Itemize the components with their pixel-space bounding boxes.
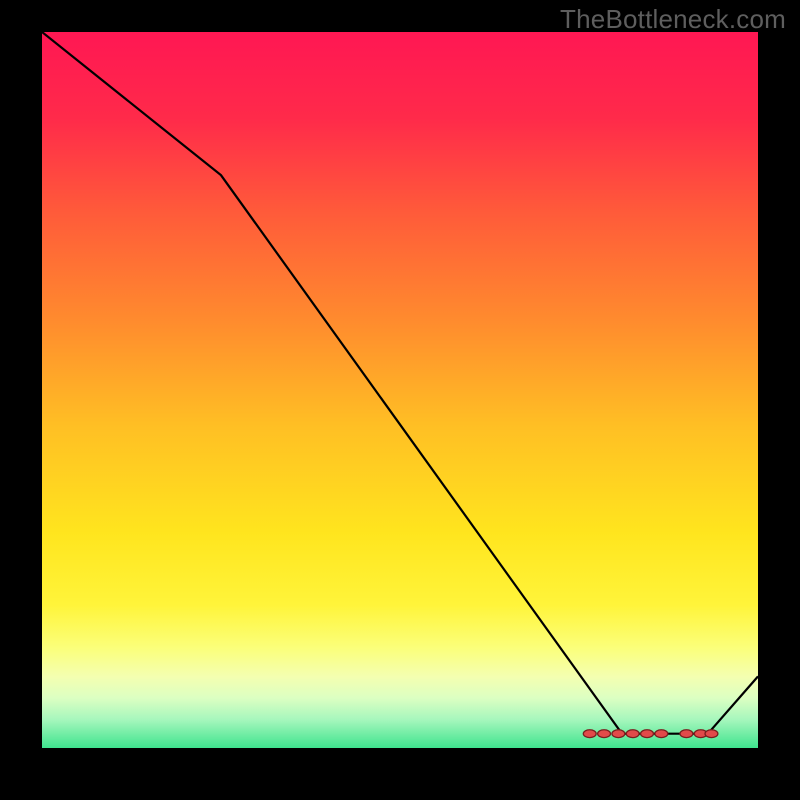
watermark-label: TheBottleneck.com: [560, 4, 786, 35]
trough-dot: [626, 730, 639, 738]
trough-dots: [42, 32, 758, 748]
chart-container: TheBottleneck.com: [0, 0, 800, 800]
trough-dot: [583, 730, 596, 738]
trough-dot: [641, 730, 654, 738]
plot-area: [42, 32, 758, 768]
trough-dot: [705, 730, 718, 738]
trough-dot: [612, 730, 625, 738]
trough-dot: [655, 730, 668, 738]
trough-dot: [598, 730, 611, 738]
trough-dot: [680, 730, 693, 738]
